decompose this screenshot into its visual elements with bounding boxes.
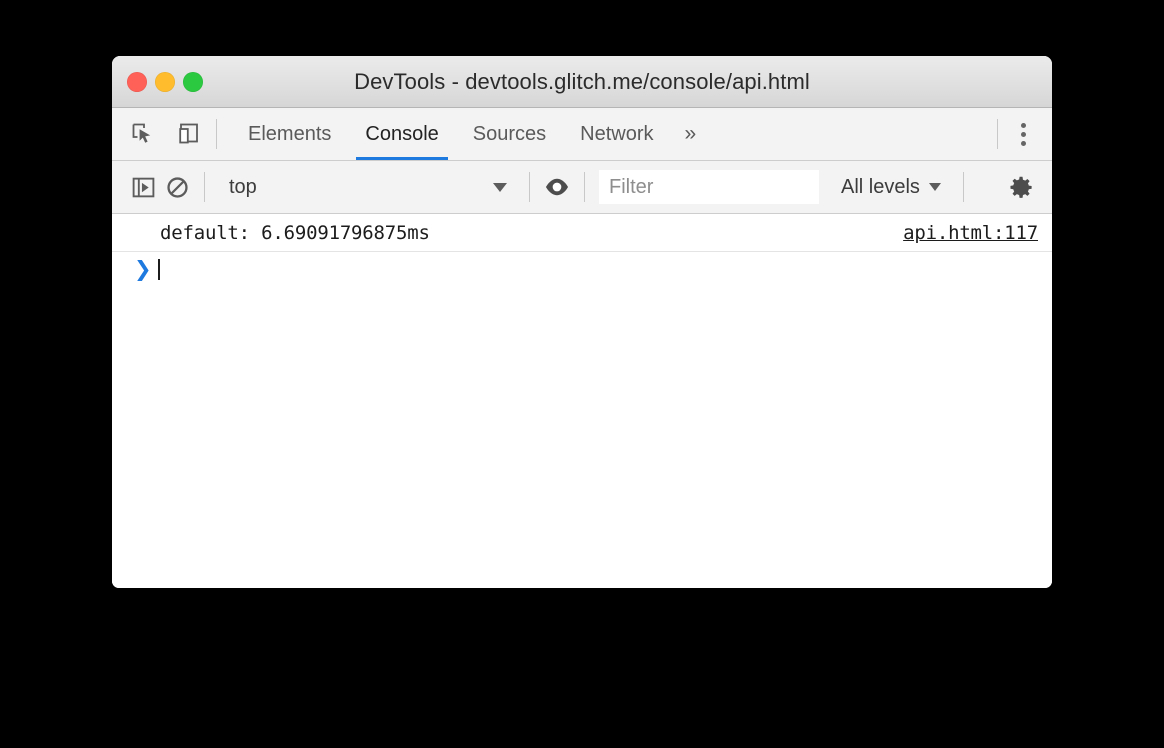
window-title: DevTools - devtools.glitch.me/console/ap… [354,68,810,94]
clear-console-icon [166,176,188,198]
tabbar-right-group [987,108,1052,160]
console-sidebar-toggle-button[interactable] [126,170,160,204]
console-prompt-row[interactable]: ❯ [112,252,1052,286]
titlebar: DevTools - devtools.glitch.me/console/ap… [112,56,1052,108]
minimize-window-button[interactable] [155,71,175,92]
devtools-main-menu-button[interactable] [1008,117,1038,151]
chevron-down-icon [493,182,507,192]
console-filter-input[interactable] [599,170,819,204]
devtools-window: DevTools - devtools.glitch.me/console/ap… [112,56,1052,588]
create-live-expression-button[interactable] [540,170,574,204]
inspect-element-icon [132,123,151,143]
tabbar-left-icons [112,108,206,160]
tab-network[interactable]: Network [563,108,670,160]
console-message-row[interactable]: default: 6.69091796875ms api.html:117 [112,214,1052,252]
console-toolbar-divider-4 [962,172,964,202]
console-settings-button[interactable] [1004,170,1038,204]
console-settings-group [1004,170,1052,204]
execution-context-value: top [229,175,257,198]
clear-console-button[interactable] [160,170,194,204]
device-toolbar-button[interactable] [172,117,206,151]
close-window-button[interactable] [127,71,147,92]
console-toolbar-divider-2 [529,172,530,202]
tab-list: Elements Console Sources Network » [231,108,710,160]
more-vertical-icon-dot [1020,140,1026,146]
tab-elements[interactable]: Elements [231,108,348,160]
tab-sources[interactable]: Sources [456,108,563,160]
log-level-label: All levels [841,175,920,198]
zoom-window-button[interactable] [183,71,203,92]
more-vertical-icon-dot [1020,131,1026,137]
console-toolbar: top All levels [112,161,1052,214]
console-toolbar-divider-3 [584,172,585,202]
prompt-chevron-icon: ❯ [134,256,152,281]
tab-sources-label: Sources [472,122,547,145]
traffic-lights [127,71,203,92]
eye-icon [545,178,569,196]
tab-console[interactable]: Console [348,108,455,160]
console-output[interactable]: default: 6.69091796875ms api.html:117 ❯ [112,214,1052,588]
tabbar-divider [216,119,217,149]
text-caret [158,258,160,280]
tab-overflow-button[interactable]: » [671,108,711,160]
gear-icon [1009,176,1032,198]
console-message-source-link[interactable]: api.html:117 [903,222,1038,244]
more-vertical-icon-dot [1020,122,1026,128]
tab-network-label: Network [580,122,654,145]
console-message-text: default: 6.69091796875ms [160,221,430,244]
log-level-selector[interactable]: All levels [829,170,953,204]
devtools-tabbar: Elements Console Sources Network » [112,108,1052,161]
tabbar-right-divider [997,119,998,149]
tab-console-label: Console [365,122,439,145]
execution-context-selector[interactable]: top [215,170,519,204]
device-toolbar-icon [179,123,198,144]
tab-elements-label: Elements [248,122,332,145]
console-sidebar-icon [132,177,154,197]
console-toolbar-divider-1 [204,172,205,202]
chevron-double-right-icon: » [684,122,697,145]
chevron-down-icon [928,183,941,191]
inspect-element-button[interactable] [126,117,160,151]
